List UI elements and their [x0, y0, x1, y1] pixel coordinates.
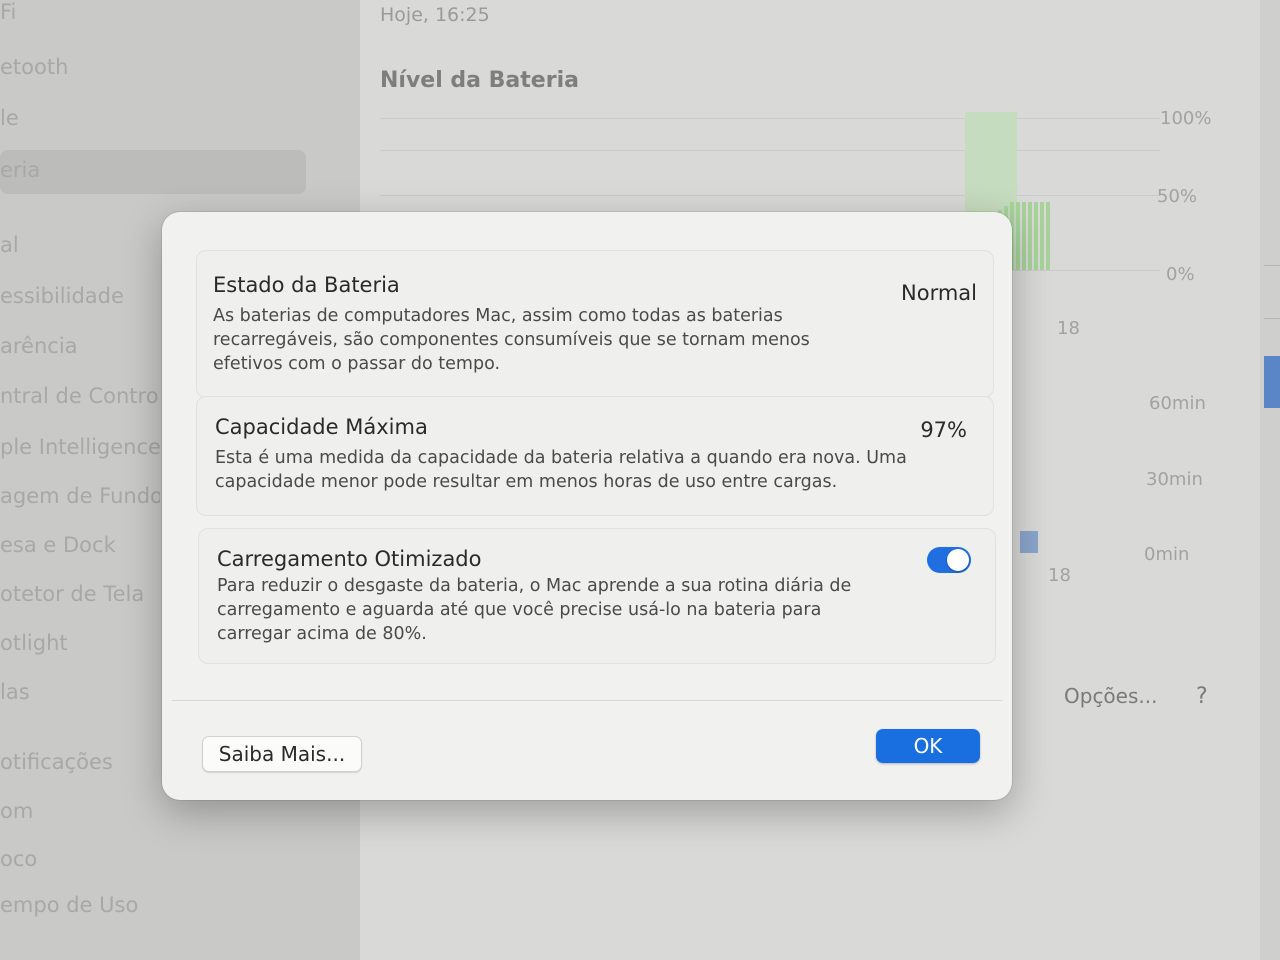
level-bar — [1016, 202, 1020, 270]
battery-level-heading: Nível da Bateria — [380, 68, 579, 93]
max-capacity-card: Capacidade Máxima 97% Esta é uma medida … — [196, 396, 994, 516]
level-axis-0: 0% — [1166, 264, 1195, 285]
sidebar-item-network[interactable]: le — [0, 106, 160, 130]
gridline — [380, 118, 1160, 119]
sidebar-item-notifications[interactable]: otificações — [0, 750, 160, 774]
level-bar — [1040, 202, 1044, 270]
sidebar-item-displays[interactable]: las — [0, 680, 160, 704]
divider — [1264, 318, 1280, 319]
sidebar-item-desktop-dock[interactable]: esa e Dock — [0, 533, 160, 557]
optimized-charging-card: Carregamento Otimizado Para reduzir o de… — [198, 528, 996, 664]
max-capacity-value: 97% — [920, 418, 967, 442]
sidebar-item-accessibility[interactable]: essibilidade — [0, 284, 160, 308]
sidebar-item-general[interactable]: al — [0, 233, 160, 257]
usage-bar — [1020, 531, 1038, 553]
sidebar-item-battery[interactable]: eria — [0, 158, 160, 182]
sidebar-item-sound[interactable]: om — [0, 799, 160, 823]
optimized-charging-description: Para reduzir o desgaste da bateria, o Ma… — [217, 576, 852, 644]
max-capacity-description: Esta é uma medida da capacidade da bater… — [215, 448, 907, 492]
gridline — [380, 195, 1160, 196]
window-edge — [1260, 0, 1280, 960]
last-charged-date: Hoje, 16:25 — [380, 4, 490, 26]
battery-health-dialog: Estado da Bateria Normal As baterias de … — [162, 212, 1012, 800]
usage-x-label: 18 — [1048, 565, 1071, 586]
usage-axis-30: 30min — [1146, 469, 1203, 490]
level-x-label: 18 — [1057, 318, 1080, 339]
help-button[interactable]: ? — [1196, 684, 1208, 709]
sidebar-item-wifi[interactable]: Fi — [0, 0, 160, 24]
edge-accent — [1264, 356, 1280, 408]
ok-button[interactable]: OK — [876, 729, 980, 763]
options-button[interactable]: Opções... — [1064, 684, 1157, 708]
level-axis-50: 50% — [1157, 186, 1198, 207]
sidebar-item-wallpaper[interactable]: agem de Fundo — [0, 484, 160, 508]
usage-axis-0: 0min — [1144, 544, 1190, 565]
sidebar-item-bluetooth[interactable]: etooth — [0, 55, 160, 79]
toggle-knob — [947, 549, 969, 571]
level-bar — [1034, 202, 1038, 270]
battery-state-value: Normal — [901, 281, 977, 305]
optimized-charging-title: Carregamento Otimizado — [217, 547, 482, 571]
learn-more-button[interactable]: Saiba Mais... — [202, 736, 362, 772]
sidebar-item-appearance[interactable]: arência — [0, 334, 160, 358]
sidebar-item-control-center[interactable]: ntral de Contro — [0, 384, 160, 408]
sidebar-item-screen-saver[interactable]: otetor de Tela — [0, 582, 160, 606]
sidebar-item-spotlight[interactable]: otlight — [0, 631, 160, 655]
sidebar-item-focus[interactable]: oco — [0, 847, 160, 871]
gridline — [380, 150, 1160, 151]
battery-state-title: Estado da Bateria — [213, 273, 400, 297]
max-capacity-title: Capacidade Máxima — [215, 415, 428, 439]
level-bar — [1022, 202, 1026, 270]
level-axis-100: 100% — [1160, 108, 1212, 129]
level-bar — [1028, 202, 1032, 270]
battery-state-card: Estado da Bateria Normal As baterias de … — [196, 250, 994, 398]
usage-axis-60: 60min — [1149, 393, 1206, 414]
level-bar — [1046, 202, 1050, 270]
sidebar-item-screen-time[interactable]: empo de Uso — [0, 893, 160, 917]
divider — [1264, 265, 1280, 266]
optimized-charging-toggle[interactable] — [927, 547, 971, 573]
sidebar-item-apple-intelligence[interactable]: ple Intelligence — [0, 435, 160, 459]
battery-state-description: As baterias de computadores Mac, assim c… — [213, 306, 810, 374]
dialog-divider — [172, 700, 1002, 701]
